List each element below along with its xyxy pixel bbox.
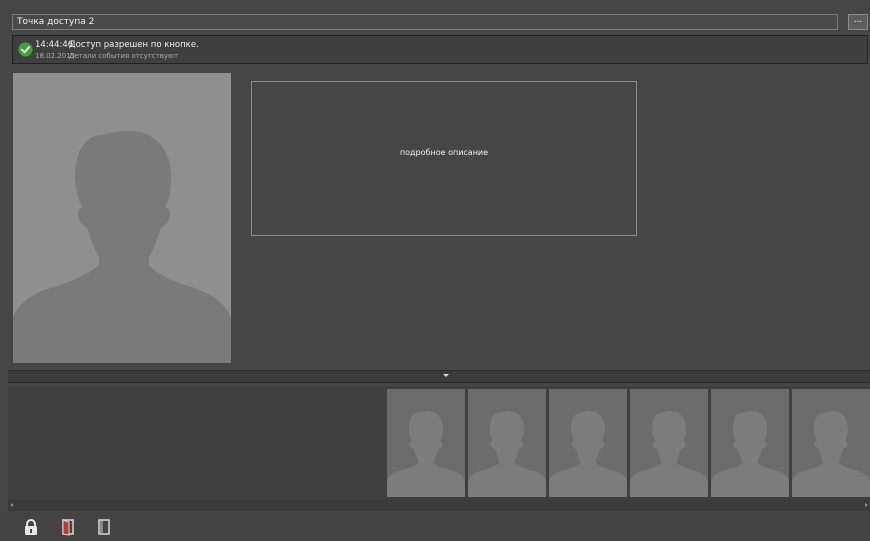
history-thumbnail[interactable] [711, 389, 789, 497]
person-silhouette-icon [549, 411, 627, 497]
chevron-down-icon[interactable] [443, 374, 449, 377]
scroll-left-icon[interactable] [10, 503, 13, 507]
more-options-button[interactable]: ... [848, 14, 868, 30]
person-silhouette-icon [792, 411, 870, 497]
event-time: 14:44:46 [35, 40, 74, 50]
description-panel: подробное описание [251, 81, 637, 236]
bottom-toolbar [0, 511, 870, 541]
person-silhouette-icon [387, 411, 465, 497]
person-silhouette-icon [711, 411, 789, 497]
person-photo [13, 73, 231, 363]
door-open-icon[interactable] [59, 518, 77, 536]
lock-icon[interactable] [22, 518, 40, 536]
person-silhouette-icon [13, 131, 231, 363]
door-closed-icon[interactable] [95, 518, 113, 536]
history-thumbnail[interactable] [387, 389, 465, 497]
history-thumbnail[interactable] [792, 389, 870, 497]
person-silhouette-icon [468, 411, 546, 497]
access-point-name-field[interactable]: Точка доступа 2 [12, 14, 838, 30]
panel-splitter[interactable] [8, 370, 870, 383]
history-thumbnail[interactable] [549, 389, 627, 497]
horizontal-scrollbar[interactable] [8, 500, 870, 511]
person-silhouette-icon [630, 411, 708, 497]
event-details: Детали события отсутствуют [69, 52, 179, 60]
check-circle-icon [18, 42, 33, 57]
history-thumbnail[interactable] [468, 389, 546, 497]
scroll-right-icon[interactable] [865, 503, 868, 507]
history-thumbnail[interactable] [630, 389, 708, 497]
description-placeholder: подробное описание [399, 148, 489, 157]
event-row[interactable]: 14:44:46 Доступ разрешен по кнопке. 18.0… [12, 35, 868, 64]
event-message: Доступ разрешен по кнопке. [69, 40, 199, 50]
